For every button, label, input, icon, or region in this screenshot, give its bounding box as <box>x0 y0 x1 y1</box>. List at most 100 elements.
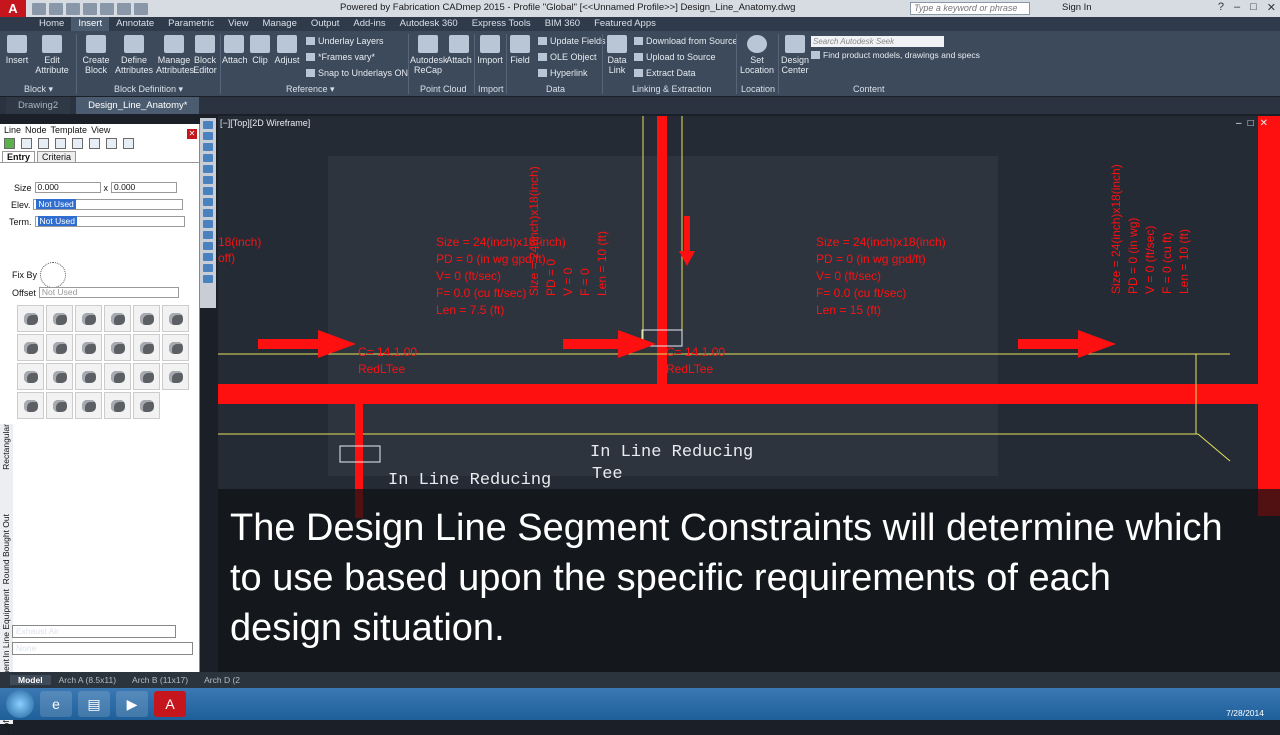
start-button[interactable] <box>6 690 34 718</box>
tool-icon[interactable] <box>203 242 213 250</box>
corner-icon[interactable] <box>38 138 49 149</box>
move-icon[interactable] <box>72 138 83 149</box>
fitting-icon[interactable] <box>133 363 160 390</box>
insert-block-button[interactable]: Insert <box>4 35 30 65</box>
fitting-icon[interactable] <box>46 334 73 361</box>
new-icon[interactable] <box>32 2 46 15</box>
layout-tab[interactable]: Arch D (2 <box>196 675 248 685</box>
tool-icon[interactable] <box>203 198 213 206</box>
fitting-icon[interactable] <box>17 305 44 332</box>
ribbon-tab-express-tools[interactable]: Express Tools <box>465 17 538 31</box>
file-explorer-icon[interactable]: ▤ <box>78 691 110 717</box>
snap-underlays-dropdown[interactable]: Snap to Underlays ON <box>306 68 408 78</box>
fitting-icon[interactable] <box>104 334 131 361</box>
size-x-field[interactable]: 0.000 <box>34 182 101 193</box>
palette-vertical-tab[interactable]: Rectangular <box>1 424 11 470</box>
fitting-icon[interactable] <box>104 392 131 419</box>
ribbon-tab-annotate[interactable]: Annotate <box>109 17 161 31</box>
fitting-icon[interactable] <box>104 363 131 390</box>
tee-icon[interactable] <box>55 138 66 149</box>
fitting-icon[interactable] <box>75 363 102 390</box>
none-dropdown[interactable]: None <box>12 642 193 655</box>
undo-icon[interactable] <box>117 2 131 15</box>
tool-icon[interactable] <box>203 176 213 184</box>
tool-icon[interactable] <box>203 132 213 140</box>
ribbon-tab-add-ins[interactable]: Add-ins <box>346 17 392 31</box>
close-icon[interactable]: ✕ <box>187 129 197 139</box>
fitting-icon[interactable] <box>17 334 44 361</box>
fix-by-grid-icon[interactable] <box>40 262 67 288</box>
update-fields-button[interactable]: Update Fields <box>538 36 606 46</box>
tool-icon[interactable] <box>203 165 213 173</box>
ribbon-tab-autodesk-360[interactable]: Autodesk 360 <box>393 17 465 31</box>
tool-icon[interactable] <box>203 275 213 283</box>
doc-tab[interactable]: Drawing2 <box>6 97 71 114</box>
fitting-icon[interactable] <box>75 392 102 419</box>
fitting-icon[interactable] <box>46 305 73 332</box>
fill-icon[interactable] <box>106 138 117 149</box>
fitting-icon[interactable] <box>133 305 160 332</box>
panel-label-block-definition[interactable]: Block Definition ▾ <box>114 84 183 95</box>
term-dropdown[interactable]: Not Used <box>34 216 185 227</box>
minimize-icon[interactable]: – <box>1234 1 1240 14</box>
palette-tab[interactable]: Entry <box>2 151 36 162</box>
create-block-button[interactable]: Create Block <box>82 35 110 75</box>
manage-attributes-button[interactable]: Manage Attributes <box>156 35 194 75</box>
application-menu-button[interactable]: A <box>0 0 26 17</box>
fitting-icon[interactable] <box>133 334 160 361</box>
seek-search-input[interactable]: Search Autodesk Seek <box>811 36 944 47</box>
underlay-layers-button[interactable]: Underlay Layers <box>306 36 384 46</box>
fitting-icon[interactable] <box>17 392 44 419</box>
palette-menu-item[interactable]: Node <box>25 124 47 136</box>
palette-vertical-tab[interactable]: In Line Equipment <box>1 589 11 658</box>
palette-menu-item[interactable]: View <box>91 124 110 136</box>
define-attributes-button[interactable]: Define Attributes <box>114 35 154 75</box>
layout-tab[interactable]: Model <box>10 675 51 685</box>
ribbon-tab-output[interactable]: Output <box>304 17 347 31</box>
palette-menu-item[interactable]: Template <box>51 124 88 136</box>
clip-button[interactable]: Clip <box>250 35 270 65</box>
fitting-icon[interactable] <box>162 305 189 332</box>
ribbon-tab-manage[interactable]: Manage <box>256 17 304 31</box>
delete-icon[interactable] <box>89 138 100 149</box>
tool-icon[interactable] <box>203 209 213 217</box>
doc-tab[interactable]: Design_Line_Anatomy* <box>76 97 200 114</box>
fitting-icon[interactable] <box>133 392 160 419</box>
fitting-icon[interactable] <box>46 363 73 390</box>
palette-tab[interactable]: Criteria <box>37 151 77 162</box>
ribbon-tab-view[interactable]: View <box>221 17 255 31</box>
hyperlink-button[interactable]: Hyperlink <box>538 68 588 78</box>
split-icon[interactable] <box>123 138 134 149</box>
maximize-icon[interactable]: □ <box>1250 1 1257 14</box>
layout-tab[interactable]: Arch B (11x17) <box>124 675 196 685</box>
ribbon-tab-bim-360[interactable]: BIM 360 <box>538 17 587 31</box>
attach-button[interactable]: Attach <box>222 35 248 65</box>
fitting-icon[interactable] <box>162 334 189 361</box>
internet-explorer-icon[interactable]: e <box>40 691 72 717</box>
service-dropdown[interactable]: Exhaust Air <box>12 625 176 638</box>
extract-data-button[interactable]: Extract Data <box>634 68 696 78</box>
elev-dropdown[interactable]: Not Used <box>33 199 184 210</box>
tool-icon[interactable] <box>203 253 213 261</box>
help-search-input[interactable]: Type a keyword or phrase <box>910 2 1030 15</box>
viewport-window-controls[interactable]: –□✕ <box>1236 118 1274 129</box>
field-button[interactable]: Field <box>508 35 532 65</box>
save-as-icon[interactable] <box>83 2 97 15</box>
ribbon-tab-featured-apps[interactable]: Featured Apps <box>587 17 663 31</box>
fitting-icon[interactable] <box>162 363 189 390</box>
edit-attribute-button[interactable]: Edit Attribute <box>34 35 70 75</box>
circle-node-icon[interactable] <box>21 138 32 149</box>
adjust-button[interactable]: Adjust <box>274 35 300 65</box>
drawing-viewport[interactable]: 18(inch) off) Size = 24(inch)x18(inch) PD =… <box>218 116 1280 672</box>
ole-object-button[interactable]: OLE Object <box>538 52 597 62</box>
add-node-icon[interactable] <box>4 138 15 149</box>
redo-icon[interactable] <box>134 2 148 15</box>
ribbon-tab-parametric[interactable]: Parametric <box>161 17 221 31</box>
block-editor-button[interactable]: Block Editor <box>192 35 218 75</box>
fitting-icon[interactable] <box>17 363 44 390</box>
design-center-button[interactable]: Design Center <box>780 35 810 75</box>
autocad-taskbar-icon[interactable]: A <box>154 691 186 717</box>
close-icon[interactable]: ✕ <box>1267 1 1276 14</box>
ribbon-tab-home[interactable]: Home <box>32 17 71 31</box>
sign-in-link[interactable]: Sign In <box>1062 2 1092 13</box>
